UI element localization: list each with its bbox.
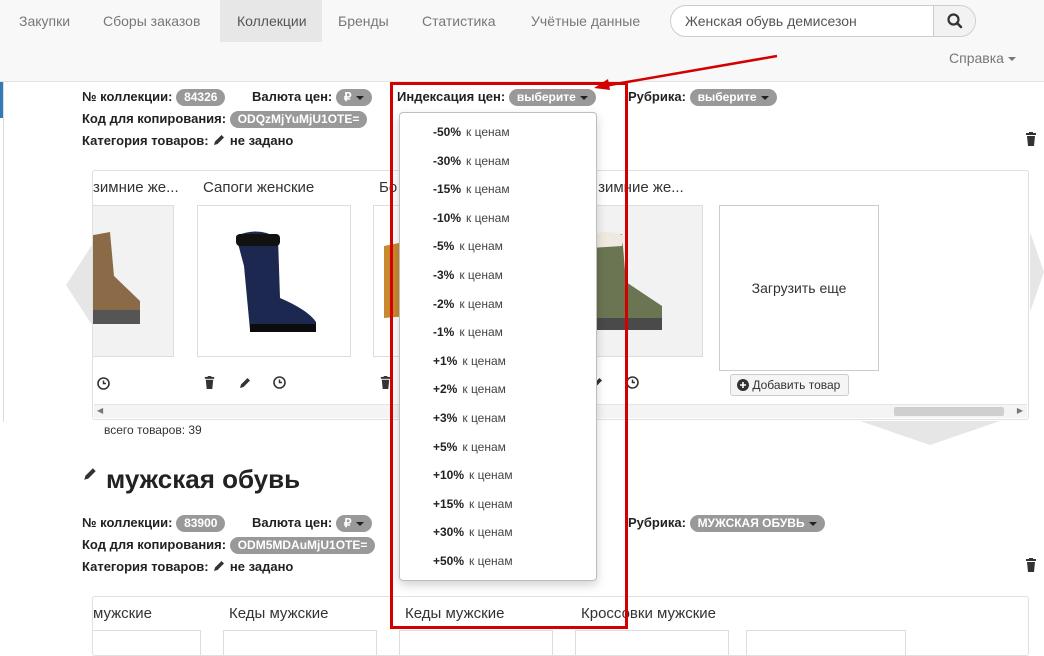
chevron-down-icon (355, 95, 364, 100)
copy-code-badge[interactable]: ODM5MDAuMjU1OTE= (229, 537, 376, 554)
collection-number-label: № коллекции: (82, 515, 173, 530)
category-label: Категория товаров: (82, 133, 209, 148)
currency-value: ₽ (343, 90, 352, 104)
copy-code-label: Код для копирования: (82, 537, 227, 552)
pencil-icon[interactable] (212, 133, 226, 147)
currency-value: ₽ (343, 516, 352, 530)
product-image[interactable] (223, 630, 377, 655)
help-label: Справка (949, 50, 1004, 66)
currency-label: Валюта цен: (252, 89, 333, 104)
nav-statistics[interactable]: Статистика (405, 0, 513, 42)
carousel-prev-arrow[interactable] (66, 245, 92, 325)
currency-row: Валюта цен: ₽ (252, 515, 372, 532)
product-image[interactable] (93, 630, 201, 655)
category-value: не задано (229, 133, 294, 148)
product-title[interactable]: зимние же... (93, 179, 179, 196)
collection-number-row: № коллекции: 83900 (82, 515, 226, 532)
collection-number-row: № коллекции: 84326 (82, 89, 226, 106)
collapse-arrow[interactable] (860, 421, 1000, 445)
copy-code-label: Код для копирования: (82, 111, 227, 126)
pencil-icon[interactable] (238, 376, 252, 390)
scrollbar-thumb[interactable] (894, 407, 1004, 416)
copy-code-badge[interactable]: ODQzMjYuMjU1OTE= (229, 111, 368, 128)
highlight-frame (390, 82, 628, 629)
collection-number-label: № коллекции: (82, 89, 173, 104)
load-more-button[interactable]: Загрузить еще (719, 205, 879, 371)
pencil-icon[interactable] (212, 559, 226, 573)
product-image[interactable] (575, 630, 729, 655)
category-row: Категория товаров: не задано (82, 559, 293, 574)
nav-account-data[interactable]: Учётные данные (514, 0, 657, 42)
rubric-label: Рубрика: (628, 515, 686, 530)
help-menu[interactable]: Справка (949, 50, 1016, 66)
boot-image (236, 231, 316, 332)
scroll-left-icon[interactable]: ◀ (97, 406, 103, 415)
collection-number-badge: 84326 (176, 89, 226, 106)
product-title[interactable]: Кеды мужские (229, 605, 328, 622)
clock-icon[interactable] (273, 376, 286, 389)
rubric-value: МУЖСКАЯ ОБУВЬ (697, 516, 805, 530)
plus-circle-icon (737, 379, 749, 391)
nav-purchases[interactable]: Закупки (2, 0, 87, 42)
chevron-down-icon (355, 521, 364, 526)
add-product-button[interactable]: Добавить товар (730, 374, 850, 396)
chevron-down-icon (760, 95, 769, 100)
currency-dropdown[interactable]: ₽ (335, 89, 372, 106)
search-input[interactable] (671, 6, 933, 36)
product-image[interactable] (93, 205, 174, 357)
nav-collections[interactable]: Коллекции (220, 0, 322, 42)
annotation-arrow (594, 54, 778, 90)
chevron-down-icon (808, 521, 817, 526)
active-tab-accent (0, 82, 3, 118)
copy-code-row: Код для копирования: ODM5MDAuMjU1OTE= (82, 537, 376, 554)
product-title[interactable]: мужские (93, 605, 152, 622)
add-product-label: Добавить товар (752, 378, 841, 392)
left-edge-tabs (0, 82, 4, 422)
rubric-value: выберите (697, 90, 757, 104)
collection-number-badge: 83900 (176, 515, 226, 532)
rubric-dropdown[interactable]: МУЖСКАЯ ОБУВЬ (689, 515, 825, 532)
carousel-next-arrow[interactable] (1030, 232, 1044, 312)
winter-boot-image (93, 232, 140, 324)
nav-brands[interactable]: Бренды (321, 0, 406, 42)
product-title[interactable]: Сапоги женские (203, 179, 314, 196)
category-value: не задано (229, 559, 294, 574)
search-icon (947, 13, 963, 29)
product-image[interactable] (399, 630, 553, 655)
currency-dropdown[interactable]: ₽ (335, 515, 372, 532)
product-image[interactable] (197, 205, 351, 357)
load-more-button[interactable] (746, 630, 906, 655)
top-navbar: Закупки Сборы заказов Коллекции Бренды С… (0, 0, 1044, 82)
nav-order-collections[interactable]: Сборы заказов (86, 0, 217, 42)
search-button[interactable] (933, 6, 975, 36)
clock-icon[interactable] (97, 377, 110, 390)
pencil-icon[interactable] (82, 466, 98, 482)
scroll-right-icon[interactable]: ▶ (1017, 406, 1023, 415)
total-products: всего товаров: 39 (104, 423, 202, 437)
currency-label: Валюта цен: (252, 515, 333, 530)
trash-icon[interactable] (1024, 558, 1038, 573)
collection-title: мужская обувь (106, 464, 301, 494)
copy-code-row: Код для копирования: ODQzMjYuMjU1OTE= (82, 111, 368, 128)
category-label: Категория товаров: (82, 559, 209, 574)
currency-row: Валюта цен: ₽ (252, 89, 372, 106)
chevron-down-icon (1007, 57, 1016, 62)
trash-icon[interactable] (1024, 132, 1038, 147)
rubric-row: Рубрика: МУЖСКАЯ ОБУВЬ (628, 515, 825, 532)
category-row: Категория товаров: не задано (82, 133, 293, 148)
search-box (670, 5, 976, 37)
trash-icon[interactable] (203, 376, 216, 390)
